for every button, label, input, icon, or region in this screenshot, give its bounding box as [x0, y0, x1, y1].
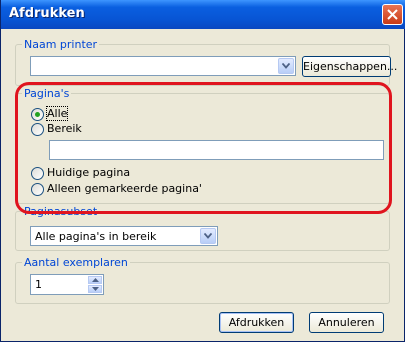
copies-value: 1 — [35, 278, 42, 291]
radio-selection-label: Alleen gemarkeerde pagina' — [47, 182, 202, 195]
print-button[interactable]: Afdrukken — [219, 312, 294, 333]
radio-selection-button[interactable] — [31, 183, 44, 196]
subset-select[interactable]: Alle pagina's in bereik — [30, 226, 218, 246]
subset-group-legend: Paginasubset — [24, 205, 98, 218]
arrow-down-icon[interactable] — [88, 285, 102, 293]
print-dialog: Afdrukken Naam printer Eigenschappen... … — [0, 0, 405, 342]
radio-current-page-label: Huidige pagina — [47, 166, 131, 179]
copies-group-legend: Aantal exemplaren — [24, 256, 128, 269]
close-icon — [387, 9, 398, 20]
range-input[interactable] — [49, 140, 384, 160]
radio-all-label: Alle — [45, 106, 69, 121]
properties-button[interactable]: Eigenschappen... — [302, 56, 397, 77]
printer-group-legend: Naam printer — [24, 38, 98, 51]
chevron-down-icon[interactable] — [200, 228, 216, 244]
subset-select-value: Alle pagina's in bereik — [35, 230, 157, 243]
radio-range-button[interactable] — [31, 123, 44, 136]
title-bar[interactable]: Afdrukken — [1, 0, 405, 29]
copies-spinner[interactable]: 1 — [30, 274, 104, 295]
radio-current-page-button[interactable] — [31, 167, 44, 180]
cancel-button[interactable]: Annuleren — [309, 312, 384, 333]
dialog-body: Naam printer Eigenschappen... Pagina's A… — [4, 29, 401, 339]
close-button[interactable] — [382, 4, 403, 25]
chevron-down-icon[interactable] — [278, 58, 294, 74]
pages-group-legend: Pagina's — [24, 87, 70, 100]
printer-select[interactable] — [30, 56, 296, 76]
window-title: Afdrukken — [9, 6, 85, 21]
radio-all-button[interactable] — [31, 108, 44, 121]
arrow-up-icon[interactable] — [88, 276, 102, 284]
radio-range-label: Bereik — [47, 122, 82, 135]
